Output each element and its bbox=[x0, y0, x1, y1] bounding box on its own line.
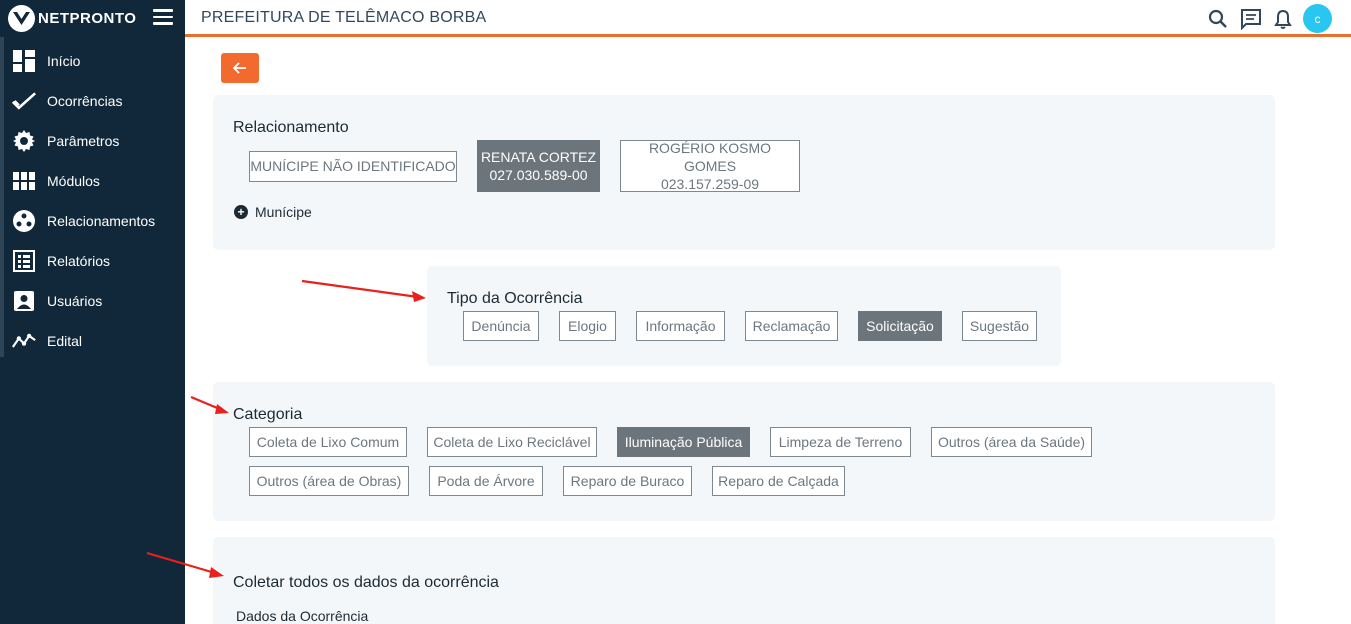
categoria-option[interactable]: Outros (área da Saúde) bbox=[931, 427, 1092, 457]
netpronto-logo-icon bbox=[8, 5, 35, 32]
plus-circle-icon: + bbox=[234, 205, 248, 219]
add-municipe-label: Munícipe bbox=[255, 204, 312, 220]
tipo-option[interactable]: Sugestão bbox=[962, 311, 1037, 341]
option-label: Reparo de Buraco bbox=[570, 472, 685, 489]
relacionamento-option[interactable]: ROGÉRIO KOSMO GOMES 023.157.259-09 bbox=[620, 140, 800, 192]
sidebar-item-label: Relacionamentos bbox=[47, 213, 156, 229]
chat-icon[interactable] bbox=[1240, 8, 1262, 31]
sidebar-item-label: Ocorrências bbox=[47, 93, 123, 109]
search-icon[interactable] bbox=[1207, 8, 1229, 30]
trend-icon bbox=[12, 330, 36, 352]
tipo-option[interactable]: Denúncia bbox=[463, 311, 539, 341]
categoria-title: Categoria bbox=[233, 406, 303, 423]
option-name: ROGÉRIO KOSMO GOMES bbox=[648, 139, 772, 174]
dados-ocorrencia-subtitle: Dados da Ocorrência bbox=[236, 608, 369, 624]
categoria-option[interactable]: Coleta de Lixo Reciclável bbox=[427, 427, 597, 457]
bell-icon[interactable] bbox=[1272, 8, 1294, 30]
tipo-option[interactable]: Reclamação bbox=[745, 311, 838, 341]
categoria-option[interactable]: Coleta de Lixo Comum bbox=[249, 427, 407, 457]
relacionamento-option[interactable]: MUNÍCIPE NÃO IDENTIFICADO bbox=[249, 151, 457, 182]
categoria-option[interactable]: Reparo de Calçada bbox=[712, 466, 845, 496]
tipo-ocorrencia-title: Tipo da Ocorrência bbox=[447, 290, 583, 307]
back-button[interactable] bbox=[221, 53, 259, 83]
option-label: Sugestão bbox=[969, 317, 1030, 334]
sidebar-item-relacionamentos[interactable]: Relacionamentos bbox=[0, 201, 185, 241]
sidebar-item-label: Parâmetros bbox=[47, 133, 120, 149]
grid-icon bbox=[12, 170, 36, 192]
coletar-title: Coletar todos os dados da ocorrência bbox=[233, 574, 499, 591]
option-label: Coleta de Lixo Comum bbox=[256, 433, 400, 450]
sidebar-item-label: Edital bbox=[47, 333, 83, 349]
option-cpf: 027.030.589-00 bbox=[489, 167, 588, 183]
tipo-option[interactable]: Elogio bbox=[559, 311, 616, 341]
option-label: Denúncia bbox=[471, 317, 531, 334]
people-circle-icon bbox=[12, 210, 36, 232]
option-cpf: 023.157.259-09 bbox=[660, 176, 760, 193]
relacionamento-title: Relacionamento bbox=[233, 119, 349, 136]
option-label: Elogio bbox=[568, 317, 607, 334]
option-label: MUNÍCIPE NÃO IDENTIFICADO bbox=[250, 158, 456, 175]
sidebar-item-label: Início bbox=[47, 53, 81, 69]
top-bar: PREFEITURA DE TELÊMACO BORBA c bbox=[185, 0, 1351, 37]
sidebar-item-modulos[interactable]: Módulos bbox=[0, 161, 185, 201]
sidebar-nav: Início Ocorrências Parâmetros Módulos Re… bbox=[0, 41, 185, 361]
categoria-option[interactable]: Limpeza de Terreno bbox=[770, 427, 911, 457]
option-label: Outros (área de Obras) bbox=[256, 472, 402, 489]
option-label: Iluminação Pública bbox=[624, 433, 743, 450]
relacionamento-option-selected[interactable]: RENATA CORTEZ 027.030.589-00 bbox=[477, 140, 600, 192]
sidebar: NETPRONTO Início Ocorrências Parâmetros bbox=[0, 0, 185, 624]
categoria-option[interactable]: Reparo de Buraco bbox=[563, 466, 692, 496]
tipo-option[interactable]: Informação bbox=[636, 311, 725, 341]
brand-name: NETPRONTO bbox=[38, 10, 137, 27]
sidebar-item-parametros[interactable]: Parâmetros bbox=[0, 121, 185, 161]
option-label: Limpeza de Terreno bbox=[778, 433, 903, 450]
sidebar-item-ocorrencias[interactable]: Ocorrências bbox=[0, 81, 185, 121]
sidebar-item-label: Usuários bbox=[47, 293, 103, 309]
add-municipe-button[interactable]: + Munícipe bbox=[234, 204, 312, 220]
option-label: Outros (área da Saúde) bbox=[937, 433, 1086, 450]
annotation-arrow-icon bbox=[301, 279, 426, 302]
categoria-option[interactable]: Outros (área de Obras) bbox=[249, 466, 409, 496]
page-title: PREFEITURA DE TELÊMACO BORBA bbox=[201, 9, 487, 26]
sidebar-item-edital[interactable]: Edital bbox=[0, 321, 185, 361]
list-icon bbox=[12, 250, 36, 272]
sidebar-item-relatorios[interactable]: Relatórios bbox=[0, 241, 185, 281]
option-label: Solicitação bbox=[866, 317, 934, 334]
option-name: RENATA CORTEZ bbox=[480, 148, 597, 165]
check-icon bbox=[12, 90, 36, 112]
option-label: Informação bbox=[645, 317, 716, 334]
user-card-icon bbox=[12, 290, 36, 312]
categoria-option-selected[interactable]: Iluminação Pública bbox=[617, 427, 750, 457]
option-label: Reparo de Calçada bbox=[718, 472, 839, 489]
option-label: Coleta de Lixo Reciclável bbox=[433, 433, 591, 450]
menu-toggle-icon[interactable] bbox=[153, 9, 173, 27]
dashboard-icon bbox=[12, 50, 36, 72]
option-label: Poda de Árvore bbox=[437, 472, 535, 489]
gear-icon bbox=[12, 130, 36, 152]
sidebar-item-label: Módulos bbox=[47, 173, 100, 189]
sidebar-item-usuarios[interactable]: Usuários bbox=[0, 281, 185, 321]
tipo-option-selected[interactable]: Solicitação bbox=[858, 311, 942, 341]
arrow-left-icon bbox=[233, 62, 246, 74]
avatar[interactable]: c bbox=[1303, 4, 1332, 33]
option-label: Reclamação bbox=[752, 317, 831, 334]
categoria-option[interactable]: Poda de Árvore bbox=[429, 466, 543, 496]
sidebar-item-label: Relatórios bbox=[47, 253, 111, 269]
sidebar-item-inicio[interactable]: Início bbox=[0, 41, 185, 81]
